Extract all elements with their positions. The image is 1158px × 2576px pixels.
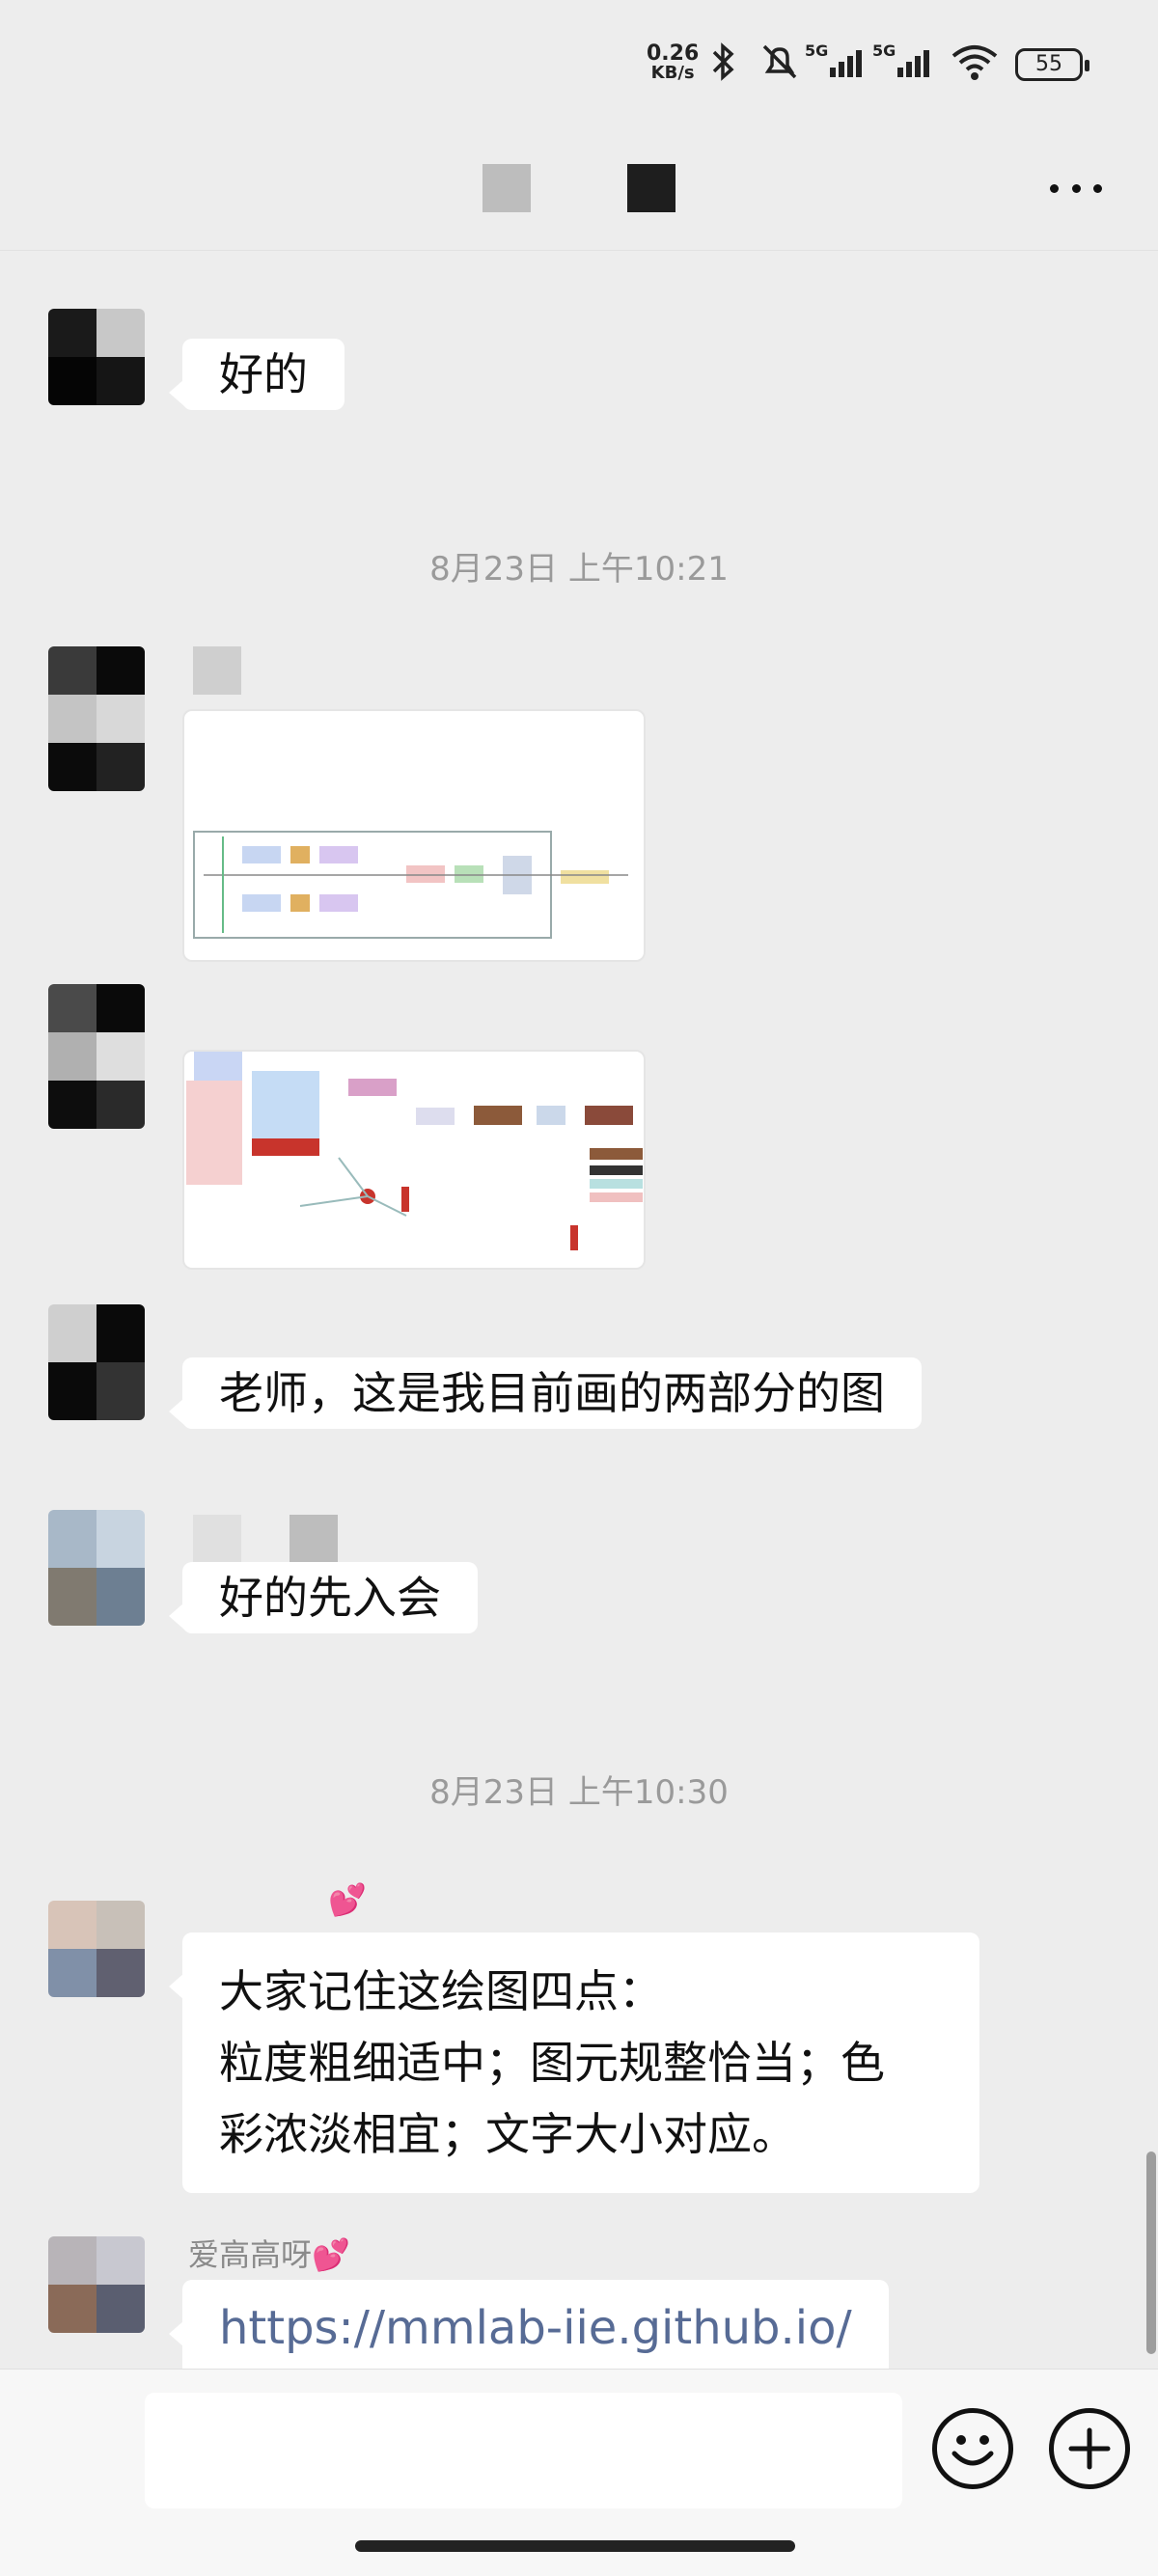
mute-bell-icon bbox=[758, 41, 801, 83]
scrollbar[interactable] bbox=[1146, 2151, 1156, 2354]
add-button[interactable] bbox=[1049, 2408, 1130, 2489]
message-bubble[interactable]: 好的先入会 bbox=[169, 1562, 478, 1633]
avatar[interactable] bbox=[48, 1304, 145, 1420]
diagram-thumbnail bbox=[193, 831, 628, 939]
diagram-thumbnail bbox=[186, 1052, 643, 1250]
status-bar: 0.26 KB/s 5G 5G 55 bbox=[0, 0, 1158, 125]
avatar[interactable] bbox=[48, 646, 145, 791]
sender-name-redacted bbox=[193, 1515, 241, 1563]
message-bubble[interactable]: 大家记住这绘图四点： 粒度粗细适中；图元规整恰当；色 彩浓淡相宜；文字大小对应。 bbox=[169, 1932, 979, 2193]
image-message[interactable] bbox=[182, 709, 646, 962]
sender-name: 爱高高呀💕 bbox=[188, 2236, 350, 2273]
message-link[interactable]: https://mmlab-iie.github.io/ bbox=[219, 2301, 852, 2355]
input-bar bbox=[0, 2369, 1158, 2576]
message-line: 粒度粗细适中；图元规整恰当；色 bbox=[219, 2037, 885, 2089]
signal-5g-icon-2: 5G bbox=[872, 41, 938, 83]
message-text: 老师，这是我目前画的两部分的图 bbox=[219, 1367, 885, 1419]
bluetooth-icon bbox=[706, 41, 741, 83]
signal-5g-label: 5G bbox=[805, 41, 828, 60]
battery-indicator: 55 bbox=[1015, 48, 1089, 81]
sender-name-redacted bbox=[193, 646, 241, 695]
dot-icon bbox=[1093, 183, 1102, 193]
avatar[interactable] bbox=[48, 309, 145, 405]
message-bubble[interactable]: 老师，这是我目前画的两部分的图 bbox=[169, 1357, 922, 1429]
timestamp: 8月23日 上午10:30 bbox=[429, 1773, 729, 1812]
message-text: 好的 bbox=[219, 348, 308, 400]
chat-title-redacted-2 bbox=[627, 164, 676, 212]
sender-name-redacted bbox=[290, 1515, 338, 1563]
link-message-bubble[interactable]: https://mmlab-iie.github.io/ bbox=[169, 2280, 889, 2369]
more-options-button[interactable] bbox=[1042, 154, 1110, 222]
dot-icon bbox=[1071, 183, 1081, 193]
message-text: 好的先入会 bbox=[219, 1572, 441, 1624]
chat-title-bar bbox=[0, 125, 1158, 251]
message-bubble[interactable]: 好的 bbox=[169, 339, 345, 410]
avatar[interactable] bbox=[48, 1510, 145, 1626]
avatar[interactable] bbox=[48, 2236, 145, 2333]
chat-title-redacted bbox=[482, 164, 531, 212]
home-indicator[interactable] bbox=[355, 2540, 795, 2552]
smiley-icon bbox=[951, 2435, 994, 2466]
message-line: 彩浓淡相宜；文字大小对应。 bbox=[219, 2108, 796, 2160]
message-line: 大家记住这绘图四点： bbox=[219, 1965, 663, 2017]
avatar[interactable] bbox=[48, 984, 145, 1129]
message-input[interactable] bbox=[145, 2393, 902, 2508]
wifi-icon bbox=[950, 41, 1000, 83]
heart-emoji-icon: 💕 bbox=[328, 1881, 367, 1918]
emoji-button[interactable] bbox=[932, 2408, 1013, 2489]
signal-5g-icon: 5G bbox=[805, 41, 870, 83]
signal-5g-label-2: 5G bbox=[872, 41, 896, 60]
timestamp: 8月23日 上午10:21 bbox=[429, 550, 729, 589]
dot-icon bbox=[1050, 183, 1059, 193]
plus-icon bbox=[1068, 2427, 1111, 2470]
avatar[interactable] bbox=[48, 1901, 145, 1997]
image-message[interactable] bbox=[182, 1050, 646, 1270]
network-speed: 0.26 KB/s bbox=[647, 41, 700, 83]
